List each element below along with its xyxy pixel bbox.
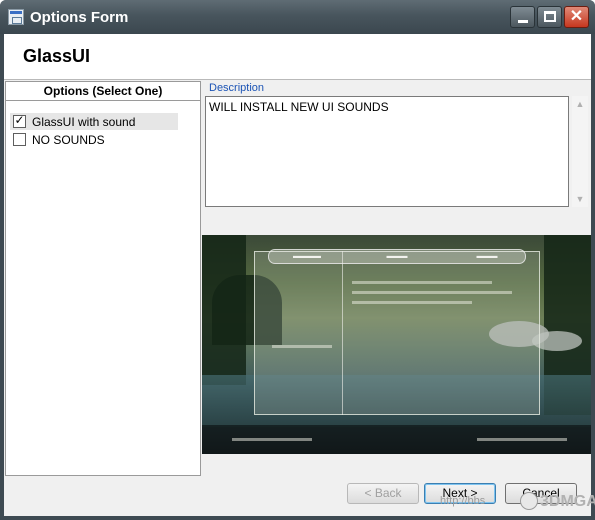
watermark-url: http://bbs [440,495,486,507]
header-band: GlassUI [4,34,591,80]
maximize-icon [544,11,556,22]
glass-ui-tab: ▬▬▬▬ [293,253,321,260]
hud-bottom-bar [202,425,591,454]
check-icon: ✓ [14,113,25,127]
title-bar[interactable]: Options Form ✕ [0,0,595,34]
options-list-heading: Options (Select One) [6,82,200,101]
close-icon: ✕ [569,8,584,25]
checkbox[interactable] [13,133,26,146]
glass-ui-tab-bar: ▬▬▬▬ ▬▬▬ ▬▬▬ [268,249,526,264]
preview-image: ▬▬▬▬ ▬▬▬ ▬▬▬ [202,235,591,454]
glass-ui-tab: ▬▬▬ [476,253,498,260]
glass-ui-text-line [352,291,512,294]
glass-ui-text-line [352,301,472,304]
minimize-button[interactable] [510,6,535,28]
glass-ui-tab: ▬▬▬ [386,253,408,260]
watermark-logo-icon [520,492,538,510]
back-button[interactable]: < Back [347,483,419,504]
description-legend: Description [209,82,265,94]
options-form-window: Options Form ✕ GlassUI Options (Select O… [0,0,595,520]
option-label: GlassUI with sound [32,115,136,129]
glass-ui-text-line [477,438,567,441]
description-scrollbar[interactable]: ▲ ▼ [572,96,588,207]
maximize-button[interactable] [537,6,562,28]
close-button[interactable]: ✕ [564,6,589,28]
description-text: WILL INSTALL NEW UI SOUNDS [209,100,389,114]
minimize-icon [518,20,528,23]
option-glassui-with-sound[interactable]: ✓ GlassUI with sound [10,113,178,130]
option-label: NO SOUNDS [32,133,105,147]
glass-ui-text-line [352,281,492,284]
scroll-down-icon[interactable]: ▼ [572,191,588,207]
app-icon [8,9,24,25]
watermark-text: 3DMGAME [540,493,595,510]
scroll-up-icon[interactable]: ▲ [572,96,588,112]
glass-ui-text-line [232,438,312,441]
glass-ui-panel [254,251,540,415]
options-list: Options (Select One) ✓ GlassUI with soun… [5,81,201,476]
checkbox[interactable]: ✓ [13,113,26,128]
option-no-sounds[interactable]: NO SOUNDS [10,131,178,148]
description-textbox[interactable]: WILL INSTALL NEW UI SOUNDS [205,96,569,207]
glass-ui-divider [342,251,343,415]
page-title: GlassUI [23,46,91,66]
glass-ui-text-line [272,345,332,348]
form-client-area: GlassUI Options (Select One) ✓ GlassUI w… [4,34,591,516]
window-title: Options Form [30,9,129,26]
